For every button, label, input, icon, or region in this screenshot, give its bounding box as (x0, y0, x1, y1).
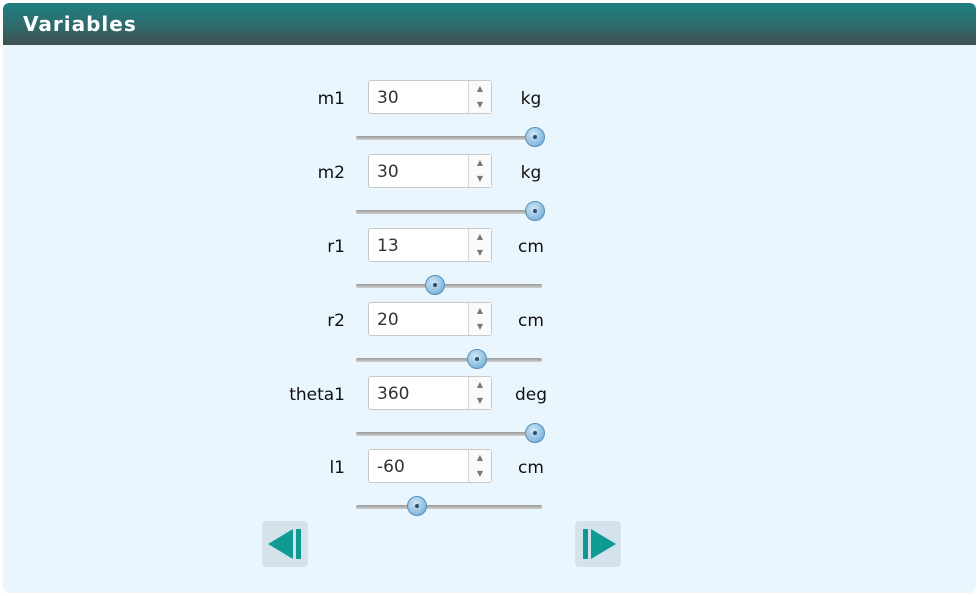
m2-slider[interactable] (356, 210, 542, 214)
spinner-down-icon[interactable]: ▼ (469, 97, 491, 113)
r1-slider-thumb[interactable] (424, 275, 445, 295)
spinner-buttons: ▲ ▼ (468, 229, 491, 261)
spinner-up-icon[interactable]: ▲ (469, 229, 491, 245)
m2-slider-thumb[interactable] (525, 201, 545, 221)
variable-label: r1 (327, 237, 345, 257)
spinner-buttons: ▲ ▼ (468, 81, 491, 113)
r2-value[interactable]: 20 (377, 310, 399, 330)
m1-value[interactable]: 30 (377, 88, 399, 108)
previous-button[interactable] (262, 521, 308, 567)
next-icon (583, 529, 616, 559)
spinner-buttons: ▲ ▼ (468, 450, 491, 482)
variable-unit: cm (518, 458, 544, 478)
theta1-value[interactable]: 360 (377, 384, 409, 404)
spinner-up-icon[interactable]: ▲ (469, 81, 491, 97)
variable-label: r2 (327, 311, 345, 331)
variable-label: m1 (317, 89, 345, 109)
spinner-up-icon[interactable]: ▲ (469, 377, 491, 393)
spinner-buttons: ▲ ▼ (468, 155, 491, 187)
variable-unit: kg (520, 89, 542, 109)
spinner-up-icon[interactable]: ▲ (469, 303, 491, 319)
spinner-down-icon[interactable]: ▼ (469, 171, 491, 187)
spinner-down-icon[interactable]: ▼ (469, 466, 491, 482)
variable-row-m1: m1 30 ▲ ▼ kg (3, 80, 976, 154)
variable-unit: cm (518, 311, 544, 331)
variables-panel: Variables m1 30 ▲ ▼ kg m2 30 ▲ ▼ kg r1 1… (3, 3, 976, 593)
variable-row-theta1: theta1 360 ▲ ▼ deg (3, 376, 976, 450)
m1-spinner-input[interactable]: 30 ▲ ▼ (368, 80, 492, 114)
previous-icon (268, 529, 301, 559)
r1-value[interactable]: 13 (377, 236, 399, 256)
variable-label: theta1 (289, 385, 345, 405)
l1-spinner-input[interactable]: -60 ▲ ▼ (368, 449, 492, 483)
r1-slider[interactable] (356, 284, 542, 288)
panel-header: Variables (3, 3, 976, 45)
variable-unit: cm (518, 237, 544, 257)
m2-value[interactable]: 30 (377, 162, 399, 182)
l1-slider-thumb[interactable] (407, 496, 428, 516)
variable-row-r2: r2 20 ▲ ▼ cm (3, 302, 976, 376)
m1-slider[interactable] (356, 136, 542, 140)
theta1-slider[interactable] (356, 432, 542, 436)
theta1-spinner-input[interactable]: 360 ▲ ▼ (368, 376, 492, 410)
spinner-buttons: ▲ ▼ (468, 303, 491, 335)
variable-label: l1 (329, 458, 345, 478)
m1-slider-thumb[interactable] (525, 127, 545, 147)
spinner-buttons: ▲ ▼ (468, 377, 491, 409)
variable-row-l1: l1 -60 ▲ ▼ cm (3, 449, 976, 523)
variable-row-r1: r1 13 ▲ ▼ cm (3, 228, 976, 302)
variable-unit: kg (520, 163, 542, 183)
r2-spinner-input[interactable]: 20 ▲ ▼ (368, 302, 492, 336)
spinner-down-icon[interactable]: ▼ (469, 245, 491, 261)
spinner-down-icon[interactable]: ▼ (469, 319, 491, 335)
l1-slider[interactable] (356, 505, 542, 509)
theta1-slider-thumb[interactable] (525, 423, 545, 443)
spinner-up-icon[interactable]: ▲ (469, 155, 491, 171)
variable-label: m2 (317, 163, 345, 183)
r2-slider-thumb[interactable] (466, 349, 487, 369)
spinner-down-icon[interactable]: ▼ (469, 393, 491, 409)
r1-spinner-input[interactable]: 13 ▲ ▼ (368, 228, 492, 262)
variable-row-m2: m2 30 ▲ ▼ kg (3, 154, 976, 228)
next-button[interactable] (575, 521, 621, 567)
m2-spinner-input[interactable]: 30 ▲ ▼ (368, 154, 492, 188)
r2-slider[interactable] (356, 358, 542, 362)
panel-title: Variables (23, 12, 137, 36)
l1-value[interactable]: -60 (377, 457, 405, 477)
variable-unit: deg (514, 385, 548, 405)
spinner-up-icon[interactable]: ▲ (469, 450, 491, 466)
